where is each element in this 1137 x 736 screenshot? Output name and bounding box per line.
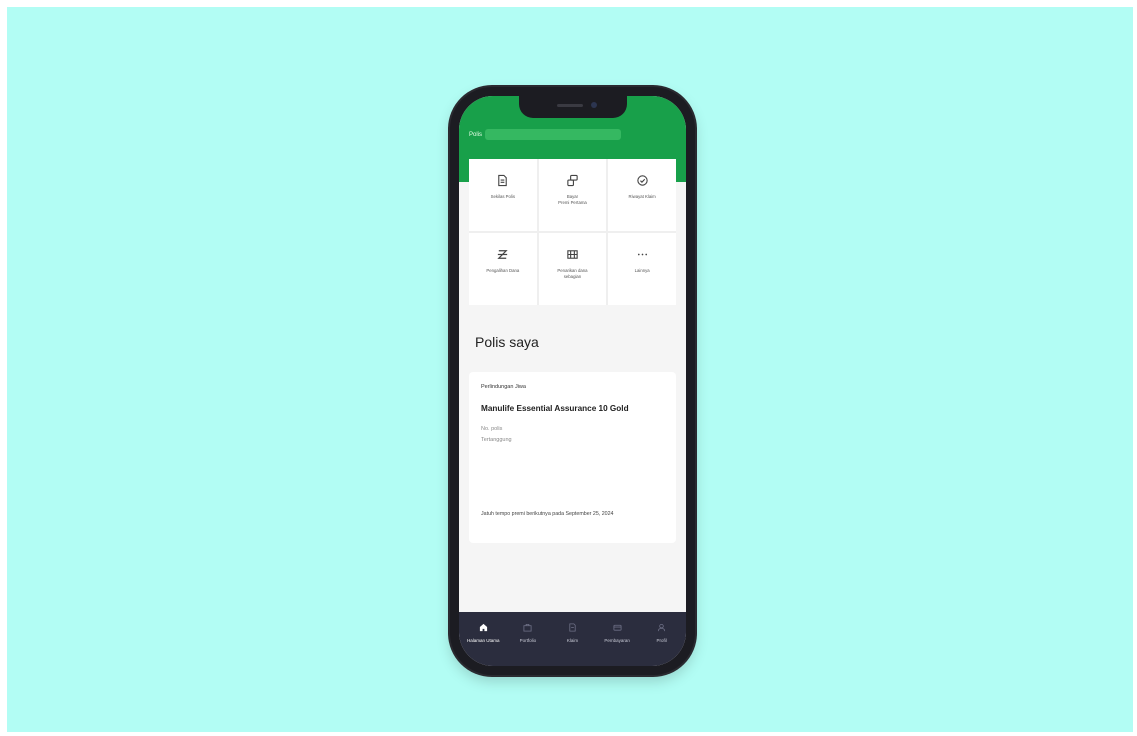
policy-status: Tertanggung bbox=[481, 437, 512, 443]
nav-label: Halaman Utama bbox=[467, 638, 500, 643]
policy-menu-grid: Sekilas Polis Bayar Premi Pertama Riwaya… bbox=[469, 159, 676, 305]
policy-name: Manulife Essential Assurance 10 Gold bbox=[481, 404, 629, 413]
payment-nav-icon bbox=[612, 622, 622, 632]
clock-check-icon bbox=[635, 173, 649, 187]
menu-item-riwayat-klaim[interactable]: Riwayat Klaim bbox=[608, 159, 676, 231]
menu-label: Penarikan dana sebagian bbox=[557, 268, 588, 279]
menu-item-pengalihan-dana[interactable]: Pengalihan Dana bbox=[469, 233, 537, 305]
phone-frame: Polis Sekilas Polis Bayar Premi Pertama bbox=[450, 87, 695, 675]
nav-item-claim[interactable]: Klaim bbox=[550, 612, 595, 666]
section-title: Polis saya bbox=[475, 334, 539, 350]
nav-label: Pembayaran bbox=[604, 638, 630, 643]
speaker-icon bbox=[557, 104, 583, 107]
nav-item-payment[interactable]: Pembayaran bbox=[595, 612, 640, 666]
nav-item-portfolio[interactable]: Portfolio bbox=[506, 612, 551, 666]
policy-number-label: No. polis bbox=[481, 426, 503, 432]
menu-item-bayar-premi[interactable]: Bayar Premi Pertama bbox=[538, 159, 607, 231]
header-search-bar[interactable] bbox=[485, 129, 621, 140]
menu-label: Pengalihan Dana bbox=[486, 268, 520, 273]
nav-item-home[interactable]: Halaman Utama bbox=[461, 612, 506, 666]
phone-notch bbox=[519, 96, 627, 118]
profile-icon bbox=[657, 622, 667, 632]
policy-card[interactable]: Perlindungan Jiwa Manulife Essential Ass… bbox=[469, 372, 676, 543]
document-icon bbox=[496, 173, 510, 187]
payment-icon bbox=[565, 173, 579, 187]
phone-screen: Polis Sekilas Polis Bayar Premi Pertama bbox=[459, 96, 686, 666]
menu-item-lainnya[interactable]: Lainnya bbox=[608, 233, 676, 305]
bottom-navigation: Halaman Utama Portfolio Klaim Pembayaran… bbox=[459, 612, 686, 666]
menu-label: Lainnya bbox=[634, 268, 650, 273]
nav-label: Profil bbox=[656, 638, 667, 643]
menu-label: Bayar Premi Pertama bbox=[558, 194, 587, 205]
more-icon bbox=[635, 247, 649, 261]
menu-item-penarikan-dana[interactable]: Penarikan dana sebagian bbox=[538, 233, 607, 305]
header-title: Polis bbox=[469, 132, 483, 138]
menu-item-sekilas-polis[interactable]: Sekilas Polis bbox=[469, 159, 537, 231]
policy-type: Perlindungan Jiwa bbox=[481, 384, 526, 390]
portfolio-icon bbox=[523, 622, 533, 632]
menu-label: Riwayat Klaim bbox=[628, 194, 656, 199]
transfer-icon bbox=[496, 247, 510, 261]
claim-icon bbox=[567, 622, 577, 632]
home-icon bbox=[478, 622, 488, 632]
background: Polis Sekilas Polis Bayar Premi Pertama bbox=[7, 7, 1133, 732]
premium-due-note: Jatuh tempo premi berikutnya pada Septem… bbox=[481, 511, 614, 517]
nav-item-profile[interactable]: Profil bbox=[639, 612, 684, 666]
withdraw-icon bbox=[565, 247, 579, 261]
nav-label: Portfolio bbox=[519, 638, 537, 643]
camera-icon bbox=[591, 102, 597, 108]
nav-label: Klaim bbox=[566, 638, 579, 643]
menu-label: Sekilas Polis bbox=[490, 194, 515, 199]
